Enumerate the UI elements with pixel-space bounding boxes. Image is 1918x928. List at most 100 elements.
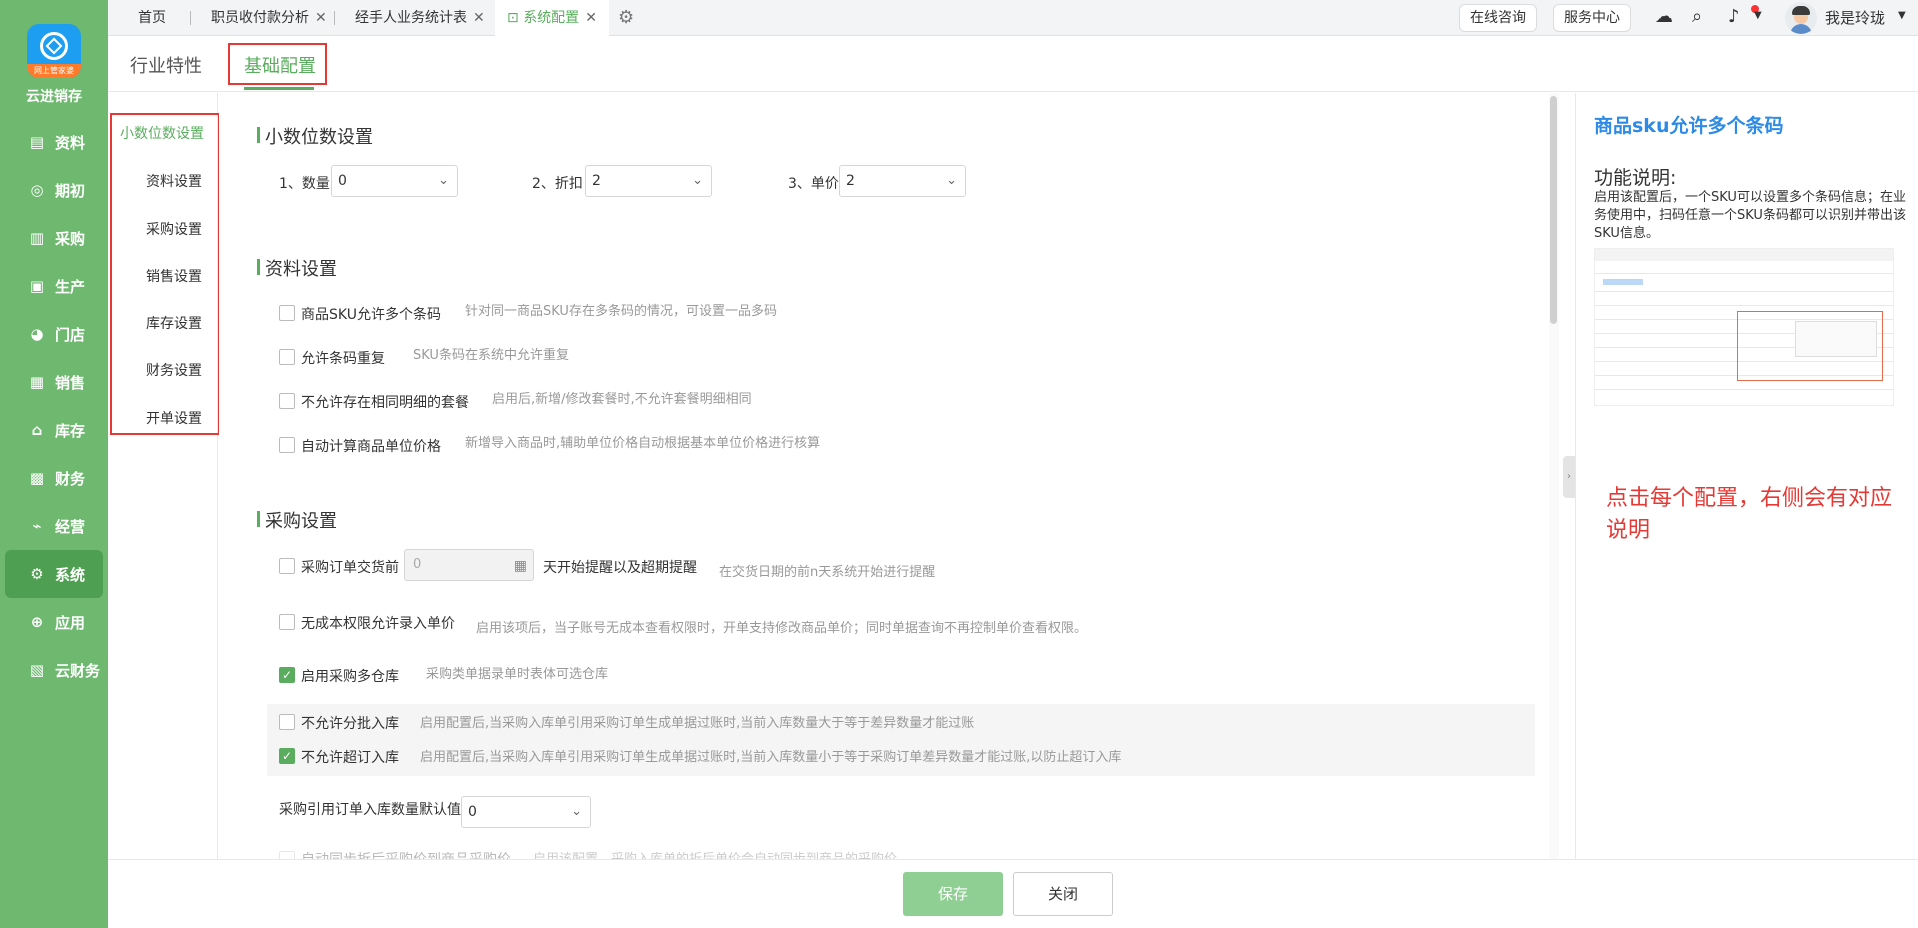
service-center-button[interactable]: 服务中心	[1553, 4, 1631, 32]
chevron-down-icon[interactable]: ▼	[1754, 10, 1762, 21]
warehouse-icon: ⌂	[31, 421, 43, 439]
order-delivery-desc: 在交货日期的前n天系统开始进行提醒	[719, 565, 936, 580]
screenshot-line	[1595, 389, 1893, 390]
checkbox-auto-unit-price[interactable]	[279, 437, 295, 453]
nav-label: 生产	[55, 277, 86, 296]
chevron-down-icon[interactable]: ▼	[1898, 10, 1906, 21]
screenshot-line	[1595, 305, 1893, 306]
calendar-icon: ▦	[513, 558, 527, 574]
select-value: 0	[468, 804, 477, 820]
chevron-down-icon: ⌄	[692, 173, 703, 188]
help-screenshot	[1594, 248, 1894, 406]
nav-item-sales[interactable]: ▦ 销售	[5, 358, 103, 406]
delivery-days-input[interactable]: 0 ▦	[404, 549, 534, 581]
select-value: 0	[338, 173, 347, 189]
default-qty-label: 采购引用订单入库数量默认值	[279, 802, 461, 818]
nav-item-purchase[interactable]: ▥ 采购	[5, 214, 103, 262]
close-icon[interactable]: ✕	[585, 10, 597, 26]
nav-label: 财务	[55, 469, 86, 488]
auto-unit-price-label[interactable]: 自动计算商品单位价格	[301, 436, 441, 456]
nav-item-store[interactable]: ◕ 门店	[5, 310, 103, 358]
nav-item-cloud-finance[interactable]: ▧ 云财务	[5, 646, 103, 694]
chevron-right-icon[interactable]: ›	[1563, 456, 1575, 498]
checkbox-order-delivery-remind[interactable]	[279, 558, 295, 574]
checkbox-multi-warehouse[interactable]: ✓	[279, 667, 295, 683]
screenshot-header	[1595, 249, 1893, 261]
no-over-order-label[interactable]: 不允许超订入库	[301, 747, 399, 767]
price-select[interactable]: 2 ⌄	[839, 165, 966, 197]
no-duplicate-combo-label[interactable]: 不允许存在相同明细的套餐	[301, 392, 469, 412]
nav-item-production[interactable]: ▣ 生产	[5, 262, 103, 310]
sku-multi-barcode-desc: 针对同一商品SKU存在多条码的情况，可设置一品多码	[465, 304, 777, 319]
tab-home[interactable]: 首页	[138, 0, 166, 36]
tab-handler-stats[interactable]: 经手人业务统计表 ✕	[355, 0, 485, 36]
nav-label: 资料	[55, 133, 86, 152]
multi-warehouse-label[interactable]: 启用采购多仓库	[301, 666, 399, 686]
trend-icon: ⌁	[32, 517, 42, 535]
checkbox-duplicate-barcode[interactable]	[279, 349, 295, 365]
plus-icon: ⊕	[30, 613, 44, 631]
order-delivery-label[interactable]: 采购订单交货前	[301, 557, 399, 577]
cloud-download-icon[interactable]: ☁	[1655, 6, 1673, 27]
nav-item-apps[interactable]: ⊕ 应用	[5, 598, 103, 646]
tab-system-config[interactable]: ⊡ 系统配置 ✕	[495, 0, 609, 36]
default-qty-select[interactable]: 0 ⌄	[461, 796, 591, 828]
logo-ribbon: 网上管家婆	[27, 64, 81, 78]
scrollbar-thumb[interactable]	[1550, 96, 1557, 324]
nav-item-opening[interactable]: ◎ 期初	[5, 166, 103, 214]
nav-item-inventory[interactable]: ⌂ 库存	[5, 406, 103, 454]
quantity-select[interactable]: 0 ⌄	[331, 165, 458, 197]
chevron-down-icon: ⌄	[438, 173, 449, 188]
cart-icon: ▥	[29, 229, 45, 247]
duplicate-barcode-label[interactable]: 允许条码重复	[301, 348, 385, 368]
checkbox-no-cost-price[interactable]	[279, 614, 295, 630]
sync-discount-price-label[interactable]: 自动同步折后采购价到商品采购价	[301, 849, 511, 859]
nav-label: 门店	[55, 325, 86, 344]
username[interactable]: 我是玲珑	[1825, 0, 1885, 36]
checkbox-no-batch-inbound[interactable]	[279, 714, 295, 730]
no-batch-inbound-label[interactable]: 不允许分批入库	[301, 713, 399, 733]
nav-item-operation[interactable]: ⌁ 经营	[5, 502, 103, 550]
nav-label: 应用	[55, 613, 86, 632]
tab-employee-payments[interactable]: 职员收付款分析 ✕	[211, 0, 327, 36]
nav-label: 库存	[55, 421, 86, 440]
subtab-industry[interactable]: 行业特性	[130, 52, 202, 78]
nav-item-data[interactable]: ▤ 资料	[5, 118, 103, 166]
input-value: 0	[413, 557, 422, 572]
help-title: 商品sku允许多个条码	[1594, 115, 1784, 137]
no-duplicate-combo-desc: 启用后,新增/修改套餐时,不允许套餐明细相同	[492, 392, 752, 407]
order-delivery-suffix: 天开始提醒以及超期提醒	[543, 560, 697, 576]
checkbox-sku-multi-barcode[interactable]	[279, 305, 295, 321]
save-button[interactable]: 保存	[903, 872, 1003, 916]
discount-select[interactable]: 2 ⌄	[585, 165, 712, 197]
sku-multi-barcode-label[interactable]: 商品SKU允许多个条码	[301, 304, 441, 324]
gear-icon[interactable]: ⚙	[618, 7, 634, 28]
cloud-finance-icon: ▧	[29, 661, 45, 679]
settings-tab-icon: ⊡	[507, 10, 524, 26]
chevron-down-icon: ⌄	[946, 173, 957, 188]
nav-item-finance[interactable]: ▩ 财务	[5, 454, 103, 502]
gear-icon: ⚙	[30, 565, 44, 583]
checkbox-no-over-order[interactable]: ✓	[279, 748, 295, 764]
screenshot-line	[1595, 273, 1893, 274]
search-icon[interactable]: ⌕	[1692, 6, 1702, 27]
section-title-data: 资料设置	[257, 255, 337, 281]
tab-divider	[334, 11, 335, 25]
close-button[interactable]: 关闭	[1013, 872, 1113, 916]
checkbox-sync-discount-price[interactable]	[279, 851, 295, 859]
quantity-label: 1、数量	[279, 176, 330, 192]
nav-item-system[interactable]: ⚙ 系统	[5, 550, 103, 598]
tab-divider	[190, 11, 191, 25]
tab-label: 经手人业务统计表	[355, 10, 467, 26]
help-annotation: 点击每个配置，右侧会有对应说明	[1606, 486, 1893, 543]
online-consult-button[interactable]: 在线咨询	[1459, 4, 1537, 32]
checkbox-no-duplicate-combo[interactable]	[279, 393, 295, 409]
tab-label: 职员收付款分析	[211, 10, 309, 26]
no-cost-price-label[interactable]: 无成本权限允许录入单价	[301, 613, 455, 633]
auto-unit-price-desc: 新增导入商品时,辅助单位价格自动根据基本单位价格进行核算	[465, 436, 821, 451]
highlight-box	[110, 113, 220, 435]
close-icon[interactable]: ✕	[315, 10, 327, 26]
bell-icon[interactable]: ♪	[1728, 6, 1740, 27]
close-icon[interactable]: ✕	[473, 10, 485, 26]
avatar[interactable]	[1785, 2, 1817, 34]
